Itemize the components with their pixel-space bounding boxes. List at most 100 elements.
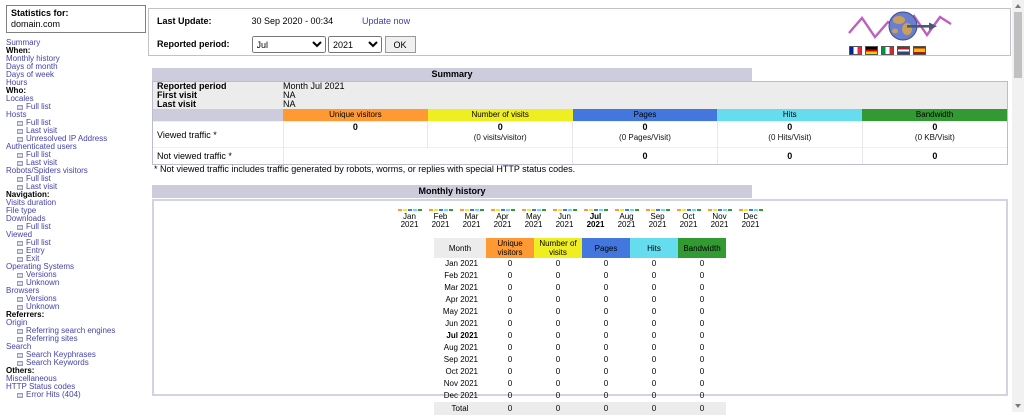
monthly-row-value: 0 [534, 282, 582, 294]
chart-month-mar-2021: Mar2021 [456, 207, 487, 229]
chart-bars [456, 207, 487, 211]
chart-bar-pages [749, 209, 753, 211]
scrollbar-thumb[interactable] [1014, 12, 1022, 78]
chart-bar-number-of-visits [589, 209, 593, 211]
summary-info-label: Last visit [153, 100, 283, 109]
chart-month-feb-2021: Feb2021 [425, 207, 456, 229]
chart-bar-pages [470, 209, 474, 211]
not-viewed-traffic-row: Not viewed traffic *000 [153, 148, 1007, 164]
monthly-history-box: Jan2021Feb2021Mar2021Apr2021May2021Jun20… [152, 199, 1008, 396]
sidebar-item-label: Search Keywords [26, 359, 89, 367]
chart-year-label: 2021 [704, 221, 735, 229]
chart-bar-number-of-visits [620, 209, 624, 211]
header-box: Last Update: 30 Sep 2020 - 00:34 Update … [148, 8, 1011, 56]
statistics-for-label: Statistics for: [11, 8, 141, 19]
chart-bar-pages [687, 209, 691, 211]
monthly-row-value: 0 [630, 306, 678, 318]
chart-bar-bandwidth [759, 209, 763, 211]
awstats-logo-icon [847, 11, 959, 41]
italy-flag-icon[interactable] [881, 46, 894, 55]
viewed-traffic-cell: 0(0 KB/Visit) [862, 122, 1007, 148]
monthly-total-value: 0 [486, 402, 534, 415]
sidebar-item-full-list[interactable]: Full list [6, 103, 146, 111]
monthly-row-value: 0 [486, 330, 534, 342]
monthly-row-value: 0 [630, 270, 678, 282]
chart-bar-hits [692, 209, 696, 211]
scroll-up-arrow-icon[interactable] [1015, 4, 1021, 8]
monthly-row-month: Jan 2021 [434, 258, 486, 270]
reported-year-select[interactable]: 2021 [328, 36, 382, 53]
summary-title: Summary [431, 69, 472, 79]
monthly-row-value: 0 [582, 342, 630, 354]
reported-period-label: Reported period: [157, 39, 249, 49]
summary-table: Reported periodMonth Jul 2021First visit… [153, 82, 1007, 164]
chart-bar-bandwidth [418, 209, 422, 211]
monthly-total-value: 0 [582, 402, 630, 415]
table-icon [17, 185, 23, 190]
monthly-row-value: 0 [582, 330, 630, 342]
monthly-row-value: 0 [678, 390, 726, 402]
summary-footnote: * Not viewed traffic includes traffic ge… [154, 164, 575, 174]
sidebar-item-error-hits-404[interactable]: Error Hits (404) [6, 391, 146, 399]
update-now-link[interactable]: Update now [362, 16, 410, 26]
not-viewed-empty-cell [283, 148, 573, 164]
monthly-row-value: 0 [678, 378, 726, 390]
monthly-total-label: Total [434, 402, 486, 415]
monthly-table-header-row: MonthUnique visitorsNumber of visitsPage… [434, 238, 726, 258]
chart-bar-pages [594, 209, 598, 211]
chart-bar-hits [413, 209, 417, 211]
chart-year-label: 2021 [518, 221, 549, 229]
table-icon [17, 137, 23, 142]
monthly-row-month: Sep 2021 [434, 354, 486, 366]
sidebar-item-hours[interactable]: Hours [6, 79, 146, 87]
chart-bar-hits [661, 209, 665, 211]
sidebar-menu: SummaryWhen:Monthly historyDays of month… [6, 39, 146, 399]
monthly-row-month: Dec 2021 [434, 390, 486, 402]
scroll-down-arrow-icon[interactable] [1015, 404, 1021, 408]
chart-bar-number-of-visits [434, 209, 438, 211]
chart-bar-bandwidth [635, 209, 639, 211]
table-icon [17, 273, 23, 278]
germany-flag-icon[interactable] [865, 46, 878, 55]
chart-bar-pages [501, 209, 505, 211]
spain-flag-icon[interactable] [913, 46, 926, 55]
monthly-row-value: 0 [486, 306, 534, 318]
chart-bars [642, 207, 673, 211]
sidebar-item-label: Error Hits (404) [26, 391, 81, 399]
monthly-row-value: 0 [678, 318, 726, 330]
chart-bar-hits [537, 209, 541, 211]
table-icon [17, 249, 23, 254]
monthly-row-value: 0 [630, 258, 678, 270]
chart-bar-number-of-visits [527, 209, 531, 211]
chart-bar-number-of-visits [682, 209, 686, 211]
monthly-row-value: 0 [486, 354, 534, 366]
table-icon [17, 177, 23, 182]
monthly-row-month: Apr 2021 [434, 294, 486, 306]
chart-bar-pages [532, 209, 536, 211]
chart-month-nov-2021: Nov2021 [704, 207, 735, 229]
monthly-row-month: Jun 2021 [434, 318, 486, 330]
monthly-row-value: 0 [534, 354, 582, 366]
monthly-row-value: 0 [678, 258, 726, 270]
ok-button[interactable]: OK [385, 36, 416, 53]
vertical-scrollbar[interactable] [1012, 0, 1024, 412]
netherlands-flag-icon[interactable] [897, 46, 910, 55]
last-update-row: Last Update: 30 Sep 2020 - 00:34 Update … [157, 16, 410, 26]
sidebar-item-label: Referring sites [26, 335, 78, 343]
column-header-hits: Hits [717, 109, 862, 122]
chart-bar-unique-visitors [429, 209, 433, 211]
france-flag-icon[interactable] [849, 46, 862, 55]
table-icon [17, 161, 23, 166]
monthly-row-value: 0 [486, 258, 534, 270]
viewed-traffic-cell: 0(0 visits/visitor) [428, 122, 573, 148]
monthly-row-value: 0 [630, 378, 678, 390]
chart-month-sep-2021: Sep2021 [642, 207, 673, 229]
chart-year-label: 2021 [425, 221, 456, 229]
chart-bar-bandwidth [480, 209, 484, 211]
table-icon [17, 329, 23, 334]
reported-month-select[interactable]: Jul [252, 36, 326, 53]
chart-year-label: 2021 [642, 221, 673, 229]
monthly-row-value: 0 [486, 282, 534, 294]
monthly-row-value: 0 [534, 318, 582, 330]
chart-bar-hits [475, 209, 479, 211]
